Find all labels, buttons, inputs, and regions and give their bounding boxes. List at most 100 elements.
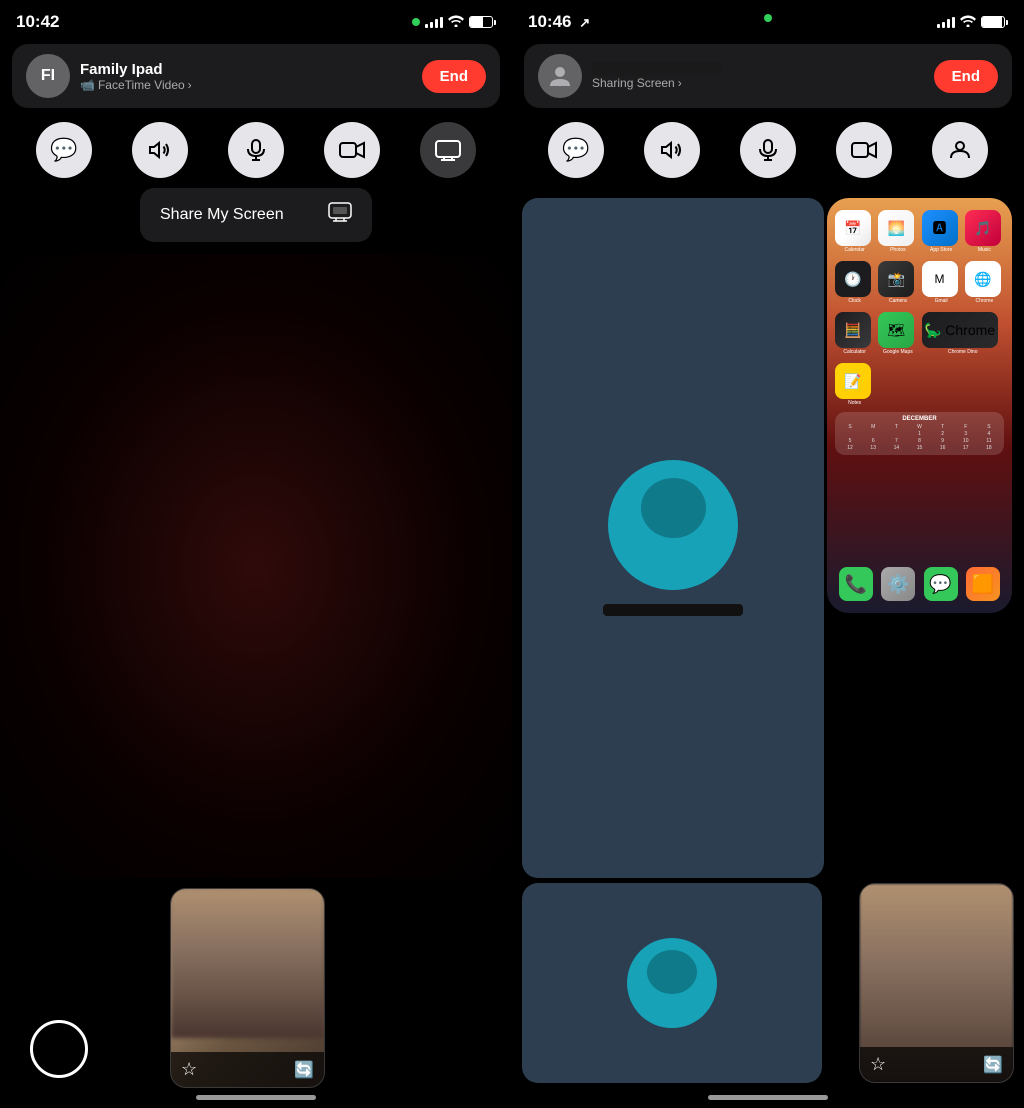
app-grid-row4: 📝 Notes — [835, 363, 1004, 406]
location-arrow-icon: ↗ — [579, 15, 590, 30]
app-icon-clock: 🕐 — [835, 261, 871, 297]
left-call-info: Family Ipad 📹 FaceTime Video › — [80, 61, 412, 92]
right-small-thumb-controls: ☆ 🔄 — [860, 1047, 1013, 1082]
remote-avatar-container — [608, 460, 738, 590]
signal-bar-4 — [440, 17, 443, 28]
app-chrome: 🌐 Chrome — [965, 261, 1004, 304]
left-video-feed — [0, 254, 512, 878]
right-mic-button[interactable] — [740, 122, 796, 178]
right-large-thumb-content — [522, 883, 822, 1083]
right-active-dot — [764, 14, 772, 22]
app-icon-calendar: 📅 — [835, 210, 871, 246]
right-content-area: 📅 Calendar 🌅 Photos 🅰 App Store 🎵 Music — [512, 188, 1024, 1108]
right-call-subtitle: Sharing Screen › — [592, 76, 924, 90]
app-grid-row1: 📅 Calendar 🌅 Photos 🅰 App Store 🎵 Music — [835, 210, 1004, 253]
record-button[interactable] — [30, 1020, 88, 1078]
left-mic-button[interactable] — [228, 122, 284, 178]
right-controls-row: 💬 — [512, 116, 1024, 188]
dock-row: 📞 ⚙️ 💬 🟧 — [835, 563, 1004, 605]
right-status-icons — [937, 15, 1008, 30]
left-message-button[interactable]: 💬 — [36, 122, 92, 178]
app-music: 🎵 Music — [965, 210, 1004, 253]
app-icon-photos: 🌅 — [878, 210, 914, 246]
right-signal-bars — [937, 16, 955, 28]
app-icon-camera: 📸 — [878, 261, 914, 297]
app-chrome-dino: 🦕 Chrome Chrome Dino — [922, 312, 1005, 355]
left-speaker-button[interactable] — [132, 122, 188, 178]
right-thumb-avatar — [627, 938, 717, 1028]
app-icon-maps: 🗺 — [878, 312, 914, 348]
left-call-name: Family Ipad — [80, 61, 412, 78]
left-end-button[interactable]: End — [422, 60, 486, 93]
left-screen-share-button[interactable] — [420, 122, 476, 178]
signal-bar-3 — [435, 19, 438, 28]
right-call-info: Sharing Screen › — [592, 62, 924, 90]
app-appstore: 🅰 App Store — [922, 210, 961, 253]
right-time: 10:46 ↗ — [528, 12, 590, 32]
remote-avatar-head — [641, 478, 706, 538]
signal-bar-r1 — [937, 24, 940, 28]
right-star-button[interactable]: ☆ — [870, 1054, 886, 1075]
right-video-button[interactable] — [836, 122, 892, 178]
right-end-button[interactable]: End — [934, 60, 998, 93]
app-icon-music: 🎵 — [965, 210, 1001, 246]
app-calendar: 📅 Calendar — [835, 210, 874, 253]
left-video-button[interactable] — [324, 122, 380, 178]
signal-bar-r2 — [942, 22, 945, 28]
left-battery-icon — [469, 16, 496, 28]
left-signal-bars — [425, 16, 443, 28]
left-time: 10:42 — [16, 12, 59, 32]
right-call-name — [592, 62, 722, 76]
right-speaker-button[interactable] — [644, 122, 700, 178]
left-star-button[interactable]: ☆ — [181, 1059, 197, 1080]
remote-user-name-bar — [603, 604, 743, 616]
left-home-indicator — [196, 1095, 316, 1100]
right-small-thumb[interactable]: ☆ 🔄 — [859, 883, 1014, 1083]
app-icon-notes: 📝 — [835, 363, 871, 399]
left-avatar: FI — [26, 54, 70, 98]
app-gmail: M Gmail — [922, 261, 961, 304]
left-status-bar: 10:42 — [0, 0, 512, 44]
dock-phone: 📞 — [839, 567, 873, 601]
right-wifi-icon — [960, 15, 976, 30]
app-clock: 🕐 Clock — [835, 261, 874, 304]
dock-grid: 🟧 — [966, 567, 1000, 601]
left-wifi-icon — [448, 15, 464, 30]
right-battery-icon — [981, 16, 1008, 28]
signal-bar-2 — [430, 22, 433, 28]
left-camera-switch-button[interactable]: 🔄 — [294, 1060, 314, 1080]
right-avatar — [538, 54, 582, 98]
right-call-bar: Sharing Screen › End — [524, 44, 1012, 108]
right-thumb-avatar-circle — [627, 938, 717, 1028]
right-panel: 10:46 ↗ — [512, 0, 1024, 1108]
phone-screenshot: 📅 Calendar 🌅 Photos 🅰 App Store 🎵 Music — [827, 198, 1012, 613]
right-large-thumb[interactable] — [522, 883, 822, 1083]
signal-bar-r4 — [952, 17, 955, 28]
app-icon-calculator: 🧮 — [835, 312, 871, 348]
left-thumb-bottom-bar: ☆ 🔄 — [171, 1052, 324, 1087]
share-screen-label: Share My Screen — [160, 206, 284, 224]
left-call-bar: FI Family Ipad 📹 FaceTime Video › End — [12, 44, 500, 108]
signal-bar-r3 — [947, 19, 950, 28]
left-thumbnail-card[interactable]: ☆ 🔄 — [170, 888, 325, 1088]
app-icon-gmail: M — [922, 261, 958, 297]
right-status-bar: 10:46 ↗ — [512, 0, 1024, 44]
right-person-button[interactable] — [932, 122, 988, 178]
right-home-indicator — [708, 1095, 828, 1100]
left-controls-row: 💬 — [0, 116, 512, 188]
left-call-subtitle: 📹 FaceTime Video › — [80, 78, 412, 92]
right-camera-switch-button[interactable]: 🔄 — [983, 1055, 1003, 1075]
app-icon-chrome: 🌐 — [965, 261, 1001, 297]
remote-avatar-body — [623, 543, 723, 590]
app-notes: 📝 Notes — [835, 363, 874, 406]
calendar-widget: DECEMBER SMTWTFS 1234 567891011 12131415… — [835, 412, 1004, 455]
share-my-screen-bar[interactable]: Share My Screen — [140, 188, 372, 242]
app-calculator: 🧮 Calculator — [835, 312, 874, 355]
dock-settings: ⚙️ — [881, 567, 915, 601]
left-status-icons — [412, 15, 496, 30]
left-panel: 10:42 — [0, 0, 512, 1108]
remote-user-card — [522, 198, 824, 878]
app-icon-dino: 🦕 Chrome — [922, 312, 998, 348]
right-message-button[interactable]: 💬 — [548, 122, 604, 178]
app-camera: 📸 Camera — [878, 261, 917, 304]
